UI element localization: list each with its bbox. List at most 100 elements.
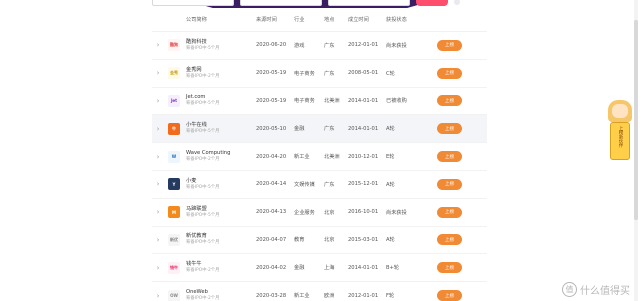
industry-cell: 电子商务 [294,98,315,105]
header-date: 来源时间 [256,17,277,23]
company-cell[interactable]: 钱牛牛 筹备IPO中·2个月 [184,261,256,274]
company-cell[interactable]: 马蹄联盟 筹备IPO中·5个月 [184,206,256,219]
stage-cell: 已被收购 [386,98,407,105]
table-row[interactable]: › 酷狗 酷狗科技 筹备IPO中·5个月 2020-06-20 游戏 广东 20… [152,32,487,60]
header-established: 成立时间 [348,17,369,23]
scrollbar-thumb[interactable] [634,20,638,220]
listed-button[interactable]: 上榜 [437,206,462,218]
table-row[interactable]: › 新优 新优教育 筹备IPO中·5个月 2020-04-07 教育 北京 20… [152,227,487,255]
listed-button[interactable]: 上榜 [437,39,462,51]
date-cell: 2020-05-19 [256,70,287,77]
listed-button[interactable]: 上榜 [437,151,462,163]
date-cell: 2020-04-14 [256,181,287,188]
listed-button[interactable]: 上榜 [437,178,462,190]
table-row[interactable]: › 金秀 金秀网 筹备IPO中·2个月 2020-05-19 电子商务 广东 2… [152,60,487,88]
expand-chevron-icon[interactable]: › [152,180,164,188]
filter-input-3[interactable] [328,0,410,6]
logo-cell: 钱牛 [164,261,184,274]
company-subtitle: 筹备IPO中·5个月 [186,212,220,218]
filter-input-1[interactable] [152,0,234,6]
table-row[interactable]: › Jet Jet.com 筹备IPO中·5个月 2020-05-19 电子商务… [152,88,487,116]
company-logo-icon: 新优 [168,233,180,246]
logo-cell: 牛 [164,122,184,135]
established-cell: 2015-12-01 [348,181,379,188]
listed-button[interactable]: 上榜 [437,290,462,301]
company-logo-icon: 牛 [168,122,180,135]
watermark: 值 什么值得买 [562,282,630,297]
expand-chevron-icon[interactable]: › [152,125,164,133]
date-cell: 2020-03-28 [256,292,287,299]
filter-bar [152,0,482,6]
listed-button[interactable]: 上榜 [437,95,462,107]
table-row[interactable]: › OW OneWeb 筹备IPO中·2个月 2020-03-28 新工业 欧洲… [152,282,487,301]
expand-chevron-icon[interactable]: › [152,264,164,272]
company-logo-icon: Y [168,178,180,191]
company-logo-icon: 酷狗 [168,39,180,52]
stage-cell: A轮 [386,237,395,244]
industry-cell: 文娱传媒 [294,181,315,188]
location-cell: 北京 [324,237,335,244]
table-row[interactable]: › 牛 小牛在线 筹备IPO中·5个月 2020-05-10 金融 广东 201… [152,115,487,144]
date-cell: 2020-06-20 [256,42,287,49]
location-cell: 上海 [324,265,335,272]
logo-cell: Jet [164,94,184,107]
company-cell[interactable]: OneWeb 筹备IPO中·2个月 [184,289,256,301]
date-cell: 2020-04-07 [256,236,287,243]
action-cell: 上榜 [426,95,466,107]
expand-chevron-icon[interactable]: › [152,153,164,161]
mascot-banner-text: 上榜新伙伴 [610,122,630,160]
stage-cell: B+轮 [386,265,400,272]
header-location: 地点 [324,17,335,23]
company-name[interactable]: 酷狗科技 [186,39,256,46]
table-row[interactable]: › Y 小麦 筹备IPO中·5个月 2020-04-14 文娱传媒 广东 201… [152,171,487,199]
header-industry: 行业 [294,17,305,23]
industry-cell: 企业服务 [294,209,315,216]
location-cell: 北美洲 [324,98,340,105]
industry-cell: 教育 [294,237,305,244]
listed-button[interactable]: 上榜 [437,67,462,79]
company-cell[interactable]: 酷狗科技 筹备IPO中·5个月 [184,39,256,52]
expand-chevron-icon[interactable]: › [152,292,164,300]
company-cell[interactable]: Jet.com 筹备IPO中·5个月 [184,94,256,107]
company-name[interactable]: 小麦 [186,178,256,185]
location-cell: 广东 [324,70,335,77]
stage-cell: A轮 [386,181,395,188]
table-row[interactable]: › W Wave Computing 筹备IPO中·2个月 2020-04-20… [152,143,487,171]
expand-chevron-icon[interactable]: › [152,69,164,77]
company-cell[interactable]: 小牛在线 筹备IPO中·5个月 [184,122,256,135]
watermark-badge-icon: 值 [562,282,577,297]
action-cell: 上榜 [426,206,466,218]
industry-cell: 新工业 [294,293,310,300]
company-name[interactable]: 金秀网 [186,67,256,74]
listed-button[interactable]: 上榜 [437,262,462,274]
filter-help-icon[interactable] [454,0,460,5]
established-cell: 2012-01-01 [348,42,379,49]
table-row[interactable]: › 钱牛 钱牛牛 筹备IPO中·2个月 2020-04-02 金融 上海 201… [152,254,487,283]
side-mascot-widget[interactable]: 上榜新伙伴 [608,100,632,162]
location-cell: 广东 [324,126,335,133]
expand-chevron-icon[interactable]: › [152,97,164,105]
listed-button[interactable]: 上榜 [437,123,462,135]
company-subtitle: 筹备IPO中·2个月 [186,157,220,163]
company-cell[interactable]: 金秀网 筹备IPO中·2个月 [184,67,256,80]
company-subtitle: 筹备IPO中·2个月 [186,73,220,79]
company-cell[interactable]: Wave Computing 筹备IPO中·2个月 [184,150,256,163]
company-subtitle: 筹备IPO中·5个月 [186,101,220,107]
company-name[interactable]: OneWeb [186,289,256,296]
stage-cell: 尚未获投 [386,209,407,216]
expand-chevron-icon[interactable]: › [152,208,164,216]
listed-button[interactable]: 上榜 [437,234,462,246]
logo-cell: M [164,206,184,219]
table-row[interactable]: › M 马蹄联盟 筹备IPO中·5个月 2020-04-13 企业服务 北京 2… [152,199,487,227]
expand-chevron-icon[interactable]: › [152,236,164,244]
filter-search-button[interactable] [416,0,448,6]
expand-chevron-icon[interactable]: › [152,41,164,49]
company-cell[interactable]: 小麦 筹备IPO中·5个月 [184,178,256,191]
company-name[interactable]: 马蹄联盟 [186,206,256,213]
stage-cell: A轮 [386,126,395,133]
date-cell: 2020-04-02 [256,264,287,271]
logo-cell: 新优 [164,233,184,246]
filter-input-2[interactable] [240,0,322,6]
action-cell: 上榜 [426,39,466,51]
company-cell[interactable]: 新优教育 筹备IPO中·5个月 [184,233,256,246]
